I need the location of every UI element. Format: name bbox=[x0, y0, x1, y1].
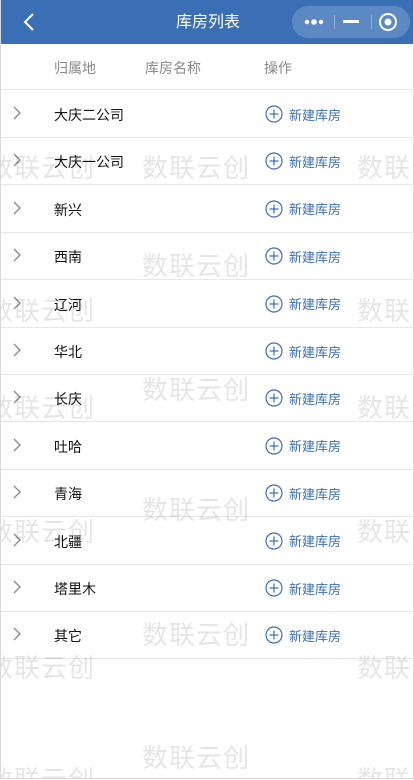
create-warehouse-label: 新建库房 bbox=[289, 203, 342, 219]
table-row[interactable]: 塔里木 新建库房 bbox=[1, 564, 413, 612]
row-region-name: 长庆 bbox=[54, 392, 82, 409]
chevron-right-icon[interactable] bbox=[11, 438, 23, 452]
table-header: 归属地 库房名称 操作 bbox=[1, 44, 413, 90]
create-warehouse-button[interactable]: 新建库房 bbox=[265, 388, 341, 408]
create-warehouse-label: 新建库房 bbox=[289, 108, 342, 124]
plus-circle-icon bbox=[265, 152, 283, 170]
chevron-right-icon[interactable] bbox=[11, 106, 23, 120]
watermark-text: 数联云创 bbox=[357, 760, 413, 778]
create-warehouse-button[interactable]: 新建库房 bbox=[265, 483, 341, 503]
create-warehouse-label: 新建库房 bbox=[289, 582, 342, 598]
plus-circle-icon bbox=[265, 531, 283, 550]
row-region-name: 华北 bbox=[54, 345, 82, 361]
create-warehouse-label: 新建库房 bbox=[289, 440, 342, 456]
page-frame: 库房列表 归属地 库房名称 操作 大庆二公司 新建库房 大庆一公司 新建库房 新兴 新建库… bbox=[0, 0, 414, 779]
table-row[interactable]: 长庆 新建库房 bbox=[1, 374, 413, 423]
plus-circle-icon bbox=[265, 342, 283, 360]
create-warehouse-label: 新建库房 bbox=[289, 345, 342, 361]
watermark-text: 数联云创 bbox=[142, 744, 251, 774]
create-warehouse-button[interactable]: 新建库房 bbox=[265, 294, 341, 314]
create-warehouse-label: 新建库房 bbox=[289, 487, 342, 503]
chevron-right-icon[interactable] bbox=[11, 343, 23, 357]
create-warehouse-label: 新建库房 bbox=[289, 298, 342, 314]
plus-circle-icon bbox=[265, 437, 283, 455]
create-warehouse-button[interactable]: 新建库房 bbox=[265, 341, 341, 361]
table-row[interactable]: 华北 新建库房 bbox=[1, 327, 413, 375]
chevron-right-icon[interactable] bbox=[11, 627, 23, 641]
chevron-right-icon[interactable] bbox=[11, 580, 23, 594]
table-row[interactable]: 大庆一公司 新建库房 bbox=[1, 137, 413, 186]
create-warehouse-button[interactable]: 新建库房 bbox=[265, 151, 341, 171]
row-region-name: 西南 bbox=[54, 250, 82, 267]
row-region-name: 北疆 bbox=[54, 534, 82, 551]
create-warehouse-button[interactable]: 新建库房 bbox=[265, 436, 341, 456]
chevron-right-icon[interactable] bbox=[11, 296, 23, 310]
chevron-right-icon[interactable] bbox=[11, 201, 23, 215]
row-region-name: 塔里木 bbox=[54, 582, 96, 598]
table-row[interactable]: 大庆二公司 新建库房 bbox=[1, 90, 413, 138]
table-row[interactable]: 吐哈 新建库房 bbox=[1, 422, 413, 470]
minimize-icon[interactable] bbox=[332, 6, 370, 38]
row-region-name: 其它 bbox=[54, 629, 82, 646]
plus-circle-icon bbox=[265, 626, 283, 644]
table-row[interactable]: 辽河 新建库房 bbox=[1, 280, 413, 328]
create-warehouse-label: 新建库房 bbox=[289, 250, 342, 266]
plus-circle-icon bbox=[265, 389, 283, 407]
plus-circle-icon bbox=[265, 200, 283, 218]
create-warehouse-label: 新建库房 bbox=[289, 155, 342, 171]
plus-circle-icon bbox=[265, 484, 283, 502]
row-region-name: 青海 bbox=[54, 487, 82, 504]
create-warehouse-button[interactable]: 新建库房 bbox=[265, 578, 341, 598]
table-row[interactable]: 青海 新建库房 bbox=[1, 469, 413, 518]
create-warehouse-button[interactable]: 新建库房 bbox=[265, 104, 341, 124]
column-header-action: 操作 bbox=[264, 61, 292, 77]
chevron-right-icon[interactable] bbox=[11, 485, 23, 499]
more-dots-icon[interactable] bbox=[295, 6, 333, 38]
plus-circle-icon bbox=[265, 294, 283, 313]
chevron-right-icon[interactable] bbox=[11, 248, 23, 262]
table-row[interactable]: 其它 新建库房 bbox=[1, 611, 413, 660]
row-region-name: 辽河 bbox=[54, 297, 82, 314]
table-row[interactable]: 西南 新建库房 bbox=[1, 232, 413, 281]
navigation-bar: 库房列表 bbox=[1, 0, 413, 44]
row-region-name: 大庆二公司 bbox=[54, 108, 124, 124]
column-header-region: 归属地 bbox=[54, 61, 96, 77]
create-warehouse-label: 新建库房 bbox=[289, 535, 342, 551]
chevron-right-icon[interactable] bbox=[11, 390, 23, 404]
target-circle-icon[interactable] bbox=[369, 6, 407, 38]
row-region-name: 吐哈 bbox=[54, 439, 82, 456]
column-header-warehouse: 库房名称 bbox=[145, 61, 201, 77]
chevron-right-icon[interactable] bbox=[11, 533, 23, 547]
create-warehouse-button[interactable]: 新建库房 bbox=[265, 246, 341, 266]
create-warehouse-button[interactable]: 新建库房 bbox=[265, 199, 341, 219]
mini-program-capsule bbox=[292, 6, 410, 38]
row-region-name: 新兴 bbox=[54, 202, 82, 219]
create-warehouse-button[interactable]: 新建库房 bbox=[265, 531, 341, 551]
table-row[interactable]: 北疆 新建库房 bbox=[1, 517, 413, 565]
plus-circle-icon bbox=[265, 247, 283, 265]
create-warehouse-label: 新建库房 bbox=[289, 629, 342, 645]
chevron-right-icon[interactable] bbox=[11, 153, 23, 167]
row-region-name: 大庆一公司 bbox=[54, 155, 124, 172]
create-warehouse-label: 新建库房 bbox=[289, 392, 342, 408]
plus-circle-icon bbox=[265, 105, 283, 123]
plus-circle-icon bbox=[265, 579, 283, 597]
watermark-text: 数联云创 bbox=[1, 760, 95, 778]
create-warehouse-button[interactable]: 新建库房 bbox=[265, 625, 341, 645]
table-row[interactable]: 新兴 新建库房 bbox=[1, 185, 413, 233]
